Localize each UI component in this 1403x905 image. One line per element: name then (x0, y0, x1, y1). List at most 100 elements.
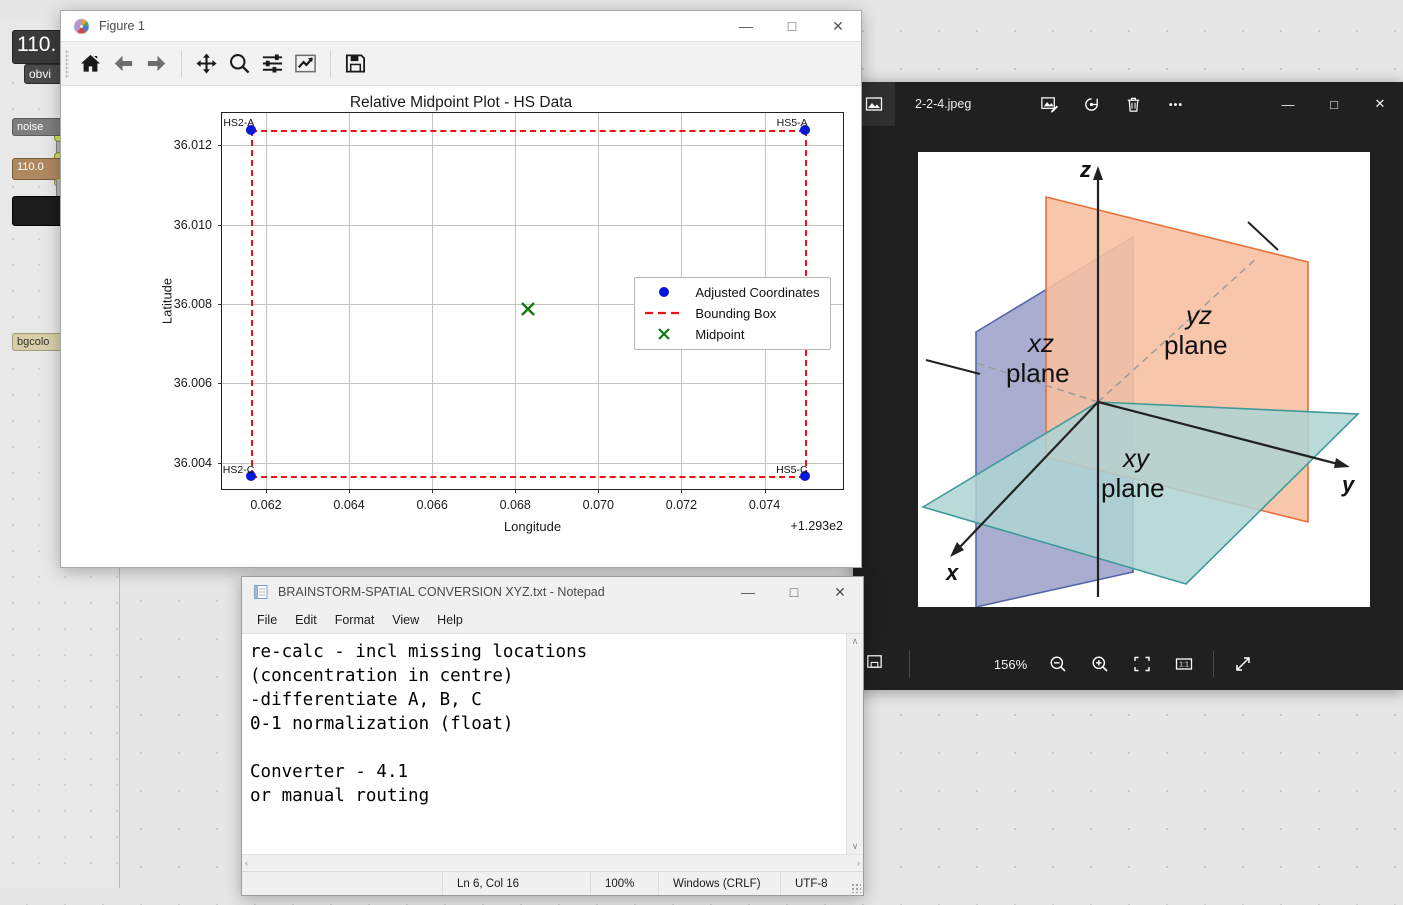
scroll-down-icon[interactable]: ∨ (852, 841, 859, 852)
notepad-window-title: BRAINSTORM-SPATIAL CONVERSION XYZ.txt - … (278, 585, 605, 599)
photos-image-canvas: z y x xz plane yz plane xy plane (853, 126, 1403, 638)
gridline-horizontal (222, 145, 843, 146)
scroll-up-icon[interactable]: ∧ (852, 636, 859, 647)
fullscreen-icon[interactable] (1224, 647, 1262, 681)
menu-file[interactable]: File (248, 610, 286, 630)
xtick-label: 0.066 (417, 498, 448, 512)
bounding-box-left (251, 130, 253, 476)
notepad-statusbar: Ln 6, Col 16 100% Windows (CRLF) UTF-8 (242, 871, 863, 895)
notepad-window-controls: — □ ✕ (725, 576, 863, 608)
notepad-vertical-scrollbar[interactable]: ∧ ∨ (846, 634, 863, 854)
zoom-out-icon[interactable] (1039, 647, 1077, 681)
photos-window-controls: — □ ✕ (1265, 82, 1403, 126)
ytick-label: 36.004 (174, 456, 212, 470)
back-button[interactable] (108, 48, 139, 79)
zoom-rect-button[interactable] (224, 48, 255, 79)
scroll-right-icon[interactable]: › (857, 858, 860, 868)
forward-button[interactable] (141, 48, 172, 79)
figure-titlebar[interactable]: Figure 1 — □ ✕ (61, 11, 861, 42)
photos-bottom-toolbar: 156% (853, 638, 1403, 690)
svg-text:plane: plane (1164, 330, 1228, 360)
figure-plot-canvas: Relative Midpoint Plot - HS Data (61, 86, 861, 567)
figure-window-title: Figure 1 (99, 19, 145, 33)
photos-minimize-button[interactable]: — (1265, 82, 1311, 126)
notepad-minimize-button[interactable]: — (725, 576, 771, 608)
gridline-horizontal (222, 463, 843, 464)
svg-text:plane: plane (1101, 473, 1165, 503)
svg-text:1:1: 1:1 (1179, 662, 1189, 669)
scroll-left-icon[interactable]: ‹ (245, 858, 248, 868)
xtick-label: 0.070 (583, 498, 614, 512)
gridline-vertical (432, 113, 433, 489)
xtick-label: 0.072 (666, 498, 697, 512)
photos-titlebar[interactable]: 2-2-4.jpeg (853, 82, 1403, 126)
zoom-in-icon[interactable] (1081, 647, 1119, 681)
notepad-maximize-button[interactable]: □ (771, 576, 817, 608)
legend-label: Bounding Box (695, 306, 776, 321)
gridline-vertical (266, 113, 267, 489)
data-point-label: HS2-C (223, 464, 255, 476)
desktop-background: 110. obvi noise 110.0 bgcolo 2-2-4.jpeg (0, 0, 1403, 905)
zoom-level-label: 156% (994, 657, 1027, 672)
svg-text:z: z (1079, 157, 1091, 182)
ytick (218, 225, 222, 226)
ytick-label: 36.006 (174, 376, 212, 390)
home-button[interactable] (75, 48, 106, 79)
actual-size-icon[interactable]: 1:1 (1165, 647, 1203, 681)
svg-text:xy: xy (1121, 443, 1151, 473)
xtick (598, 489, 599, 493)
bounding-box-bottom (251, 476, 805, 478)
notepad-horizontal-scrollbar[interactable]: ‹ › (242, 854, 863, 871)
figure-minimize-button[interactable]: — (723, 10, 769, 42)
menu-edit[interactable]: Edit (286, 610, 326, 630)
matplotlib-figure-window: Figure 1 — □ ✕ (60, 10, 862, 568)
toolbar-divider (181, 51, 182, 77)
rotate-icon[interactable] (1071, 86, 1111, 122)
ytick (218, 145, 222, 146)
edit-curves-button[interactable] (290, 48, 321, 79)
save-figure-button[interactable] (340, 48, 371, 79)
photos-close-button[interactable]: ✕ (1357, 82, 1403, 126)
pan-button[interactable] (191, 48, 222, 79)
figure-maximize-button[interactable]: □ (769, 10, 815, 42)
gridline-horizontal (222, 383, 843, 384)
plot-axes: 0.062 0.064 0.066 0.068 0.070 0.072 0.07… (221, 112, 844, 490)
status-zoom: 100% (590, 872, 658, 895)
midpoint-marker[interactable] (519, 300, 537, 318)
notepad-menubar: File Edit Format View Help (242, 607, 863, 633)
toolbar-divider (909, 650, 910, 678)
legend-label: Adjusted Coordinates (695, 285, 819, 300)
gridline-vertical (515, 113, 516, 489)
ytick (218, 383, 222, 384)
configure-subplots-button[interactable] (257, 48, 288, 79)
legend-entry: Bounding Box (643, 306, 819, 321)
data-point-label: HS5-C (776, 464, 808, 476)
menu-view[interactable]: View (383, 610, 428, 630)
bounding-box-top (251, 130, 805, 132)
menu-help[interactable]: Help (428, 610, 472, 630)
more-options-icon[interactable] (1155, 86, 1195, 122)
figure-navigation-toolbar (61, 42, 861, 86)
notepad-text-area[interactable]: re-calc - incl missing locations (concen… (242, 634, 846, 854)
y-axis-label: Latitude (160, 278, 175, 324)
resize-grip[interactable] (851, 883, 861, 893)
figure-close-button[interactable]: ✕ (815, 10, 861, 42)
delete-icon[interactable] (1113, 86, 1153, 122)
svg-text:xz: xz (1026, 328, 1054, 358)
save-icon[interactable] (865, 652, 884, 676)
edit-image-icon[interactable] (1029, 86, 1069, 122)
legend-entry: Midpoint (643, 327, 819, 342)
ytick-label: 36.010 (174, 218, 212, 232)
photos-maximize-button[interactable]: □ (1311, 82, 1357, 126)
toolbar-grip[interactable] (65, 50, 69, 78)
data-point-label: HS2-A (223, 117, 254, 129)
menu-format[interactable]: Format (326, 610, 384, 630)
fit-to-window-icon[interactable] (1123, 647, 1161, 681)
legend-entry: Adjusted Coordinates (643, 285, 819, 300)
xtick (349, 489, 350, 493)
data-point-label: HS5-A (777, 117, 808, 129)
notepad-close-button[interactable]: ✕ (817, 576, 863, 608)
notepad-body: re-calc - incl missing locations (concen… (242, 633, 863, 854)
notepad-titlebar[interactable]: BRAINSTORM-SPATIAL CONVERSION XYZ.txt - … (242, 577, 863, 607)
chart-legend: Adjusted Coordinates Bounding Box (634, 277, 830, 350)
